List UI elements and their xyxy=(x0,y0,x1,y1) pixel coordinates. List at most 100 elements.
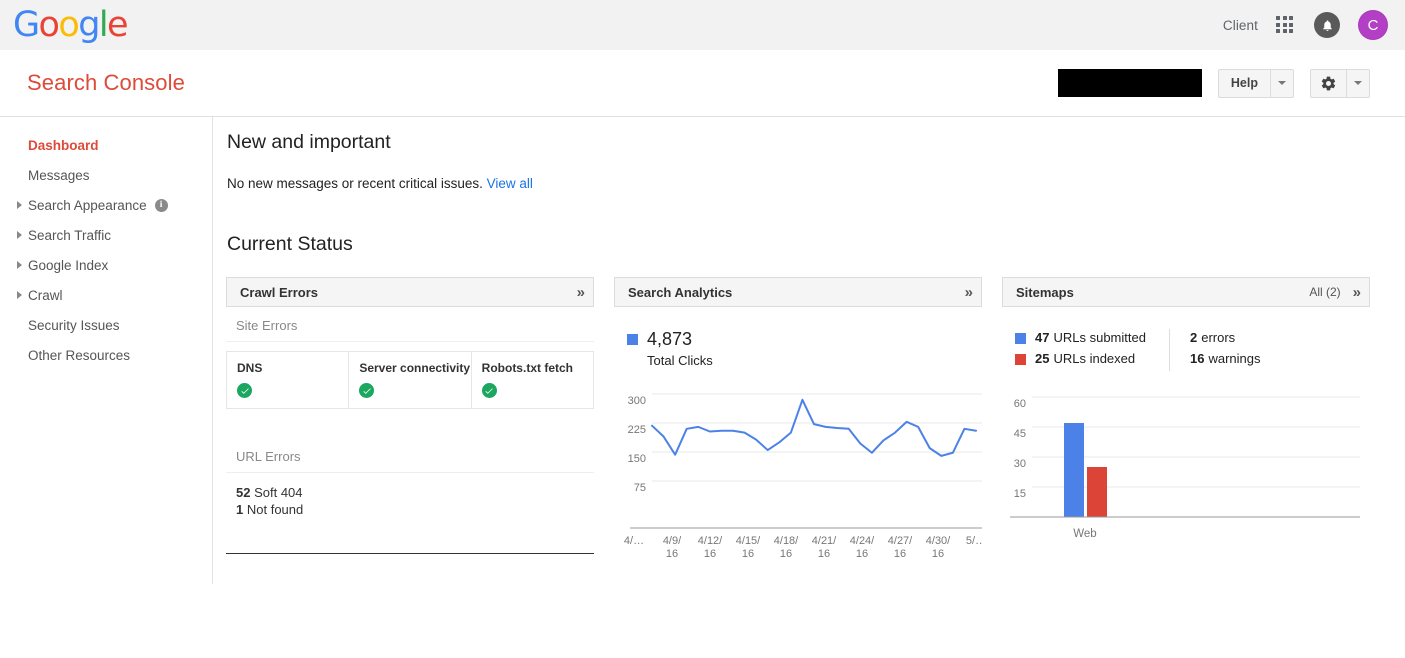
crawl-errors-header: Crawl Errors » xyxy=(226,277,594,307)
svg-text:16: 16 xyxy=(856,548,868,560)
info-icon[interactable]: i xyxy=(154,198,168,212)
svg-text:30: 30 xyxy=(1014,458,1026,470)
url-errors-list: 52 Soft 404 1 Not found xyxy=(226,473,594,518)
svg-text:16: 16 xyxy=(932,548,944,560)
new-important-message: No new messages or recent critical issue… xyxy=(227,176,533,191)
svg-text:16: 16 xyxy=(704,548,716,560)
sidebar-item-label: Search Appearance xyxy=(28,197,147,213)
url-error-count: 52 xyxy=(236,485,251,500)
url-error-count: 1 xyxy=(236,502,244,518)
url-error-row[interactable]: 52 Soft 404 xyxy=(236,484,594,501)
sidebar-item-other-resources[interactable]: Other Resources xyxy=(0,340,212,370)
svg-text:4/21/: 4/21/ xyxy=(812,535,837,547)
svg-text:225: 225 xyxy=(628,424,646,436)
search-analytics-title: Search Analytics xyxy=(628,284,733,300)
svg-text:75: 75 xyxy=(634,482,646,494)
status-ok-icon xyxy=(481,383,497,398)
svg-text:4/9/: 4/9/ xyxy=(663,535,682,547)
sidebar-item-search-traffic[interactable]: Search Traffic xyxy=(0,220,212,250)
total-clicks-label: Total Clicks xyxy=(647,353,713,368)
search-analytics-line-chart: 75 150 225 300 4/… 4/9/16 4/12/16 4/15/16 4/18/1… xyxy=(614,386,982,566)
svg-text:5/…: 5/… xyxy=(966,535,982,547)
sitemaps-header: Sitemaps All (2) » xyxy=(1002,277,1370,307)
sidebar-item-messages[interactable]: Messages xyxy=(0,160,212,190)
issue-label: warnings xyxy=(1208,350,1261,366)
help-dropdown-arrow[interactable] xyxy=(1270,69,1293,97)
sitemaps-legend-row: 47 URLs submitted xyxy=(1015,329,1169,348)
site-errors-label: Site Errors xyxy=(226,307,594,342)
sidebar-item-dashboard[interactable]: Dashboard xyxy=(0,130,212,160)
google-logo[interactable]: Google xyxy=(13,4,129,45)
site-error-cell[interactable]: DNS xyxy=(227,351,350,408)
expand-triangle-icon[interactable] xyxy=(17,291,22,299)
new-important-message-text: No new messages or recent critical issue… xyxy=(227,176,483,191)
logo-letter: o xyxy=(38,4,60,45)
svg-text:4/27/: 4/27/ xyxy=(888,535,913,547)
panel-divider xyxy=(226,553,594,555)
legend-swatch-icon xyxy=(1015,353,1026,365)
help-button[interactable]: Help xyxy=(1217,68,1294,98)
legend-label: URLs indexed xyxy=(1053,350,1136,366)
app-header: Search Console Help xyxy=(0,50,1405,117)
site-error-cell[interactable]: Robots.txt fetch xyxy=(471,351,593,408)
url-error-label: Not found xyxy=(246,502,304,518)
site-errors-table: DNS Server connectivity Robots.txt fetch xyxy=(226,351,594,409)
sidebar-item-crawl[interactable]: Crawl xyxy=(0,280,212,310)
site-error-name: Server connectivity xyxy=(359,361,471,375)
svg-text:4/…: 4/… xyxy=(624,535,644,547)
sidebar-item-label: Search Traffic xyxy=(28,227,112,243)
panel-sitemaps: Sitemaps All (2) » 47 URLs submitted 25 UR… xyxy=(1002,277,1370,569)
expand-triangle-icon[interactable] xyxy=(17,261,22,269)
sidebar-item-label: Google Index xyxy=(28,257,109,273)
url-error-row[interactable]: 1 Not found xyxy=(236,501,594,518)
chevron-double-right-icon[interactable]: » xyxy=(577,285,585,300)
svg-text:60: 60 xyxy=(1014,398,1026,410)
sidebar-item-google-index[interactable]: Google Index xyxy=(0,250,212,280)
page-title: Search Console xyxy=(27,70,185,95)
sitemaps-issue-row: 16 warnings xyxy=(1190,350,1261,369)
total-clicks-metric: 4,873 xyxy=(627,329,982,350)
expand-triangle-icon[interactable] xyxy=(17,201,22,209)
status-ok-icon xyxy=(237,383,252,398)
chevron-double-right-icon[interactable]: » xyxy=(1353,285,1361,300)
apps-grid-icon[interactable] xyxy=(1276,15,1296,35)
sidebar-item-search-appearance[interactable]: Search Appearance i xyxy=(0,190,212,220)
sitemaps-all-count[interactable]: All (2) xyxy=(1309,285,1340,299)
site-error-name: DNS xyxy=(237,361,263,375)
issue-count: 16 xyxy=(1190,350,1205,366)
bar-urls-submitted xyxy=(1064,422,1084,517)
svg-text:Web: Web xyxy=(1073,528,1096,540)
bell-icon[interactable] xyxy=(1314,12,1340,38)
sitemaps-issue-row: 2 errors xyxy=(1190,329,1261,348)
settings-button[interactable] xyxy=(1310,68,1370,98)
svg-text:4/24/: 4/24/ xyxy=(850,535,875,547)
sitemaps-url-stats: 47 URLs submitted 25 URLs indexed xyxy=(1015,329,1170,371)
issue-count: 2 xyxy=(1190,330,1198,345)
client-label: Client xyxy=(1222,17,1258,33)
site-selector-redacted[interactable] xyxy=(1057,69,1202,97)
legend-swatch-icon xyxy=(1015,332,1026,344)
settings-dropdown-arrow[interactable] xyxy=(1346,69,1369,97)
logo-letter: g xyxy=(78,4,100,45)
panel-search-analytics: Search Analytics » 4,873 Total Clicks 75… xyxy=(614,277,982,566)
site-error-cell[interactable]: Server connectivity xyxy=(349,351,472,408)
sidebar-item-label: Crawl xyxy=(28,287,63,303)
svg-text:16: 16 xyxy=(742,548,754,560)
svg-text:16: 16 xyxy=(894,548,906,560)
google-topbar: Google Client C xyxy=(0,0,1405,50)
svg-text:16: 16 xyxy=(666,548,678,560)
legend-count: 47 xyxy=(1035,330,1050,345)
logo-letter: e xyxy=(106,4,129,45)
chevron-double-right-icon[interactable]: » xyxy=(965,285,973,300)
sidebar-item-security-issues[interactable]: Security Issues xyxy=(0,310,212,340)
sitemaps-title: Sitemaps xyxy=(1016,284,1074,300)
sidebar-item-label: Messages xyxy=(28,167,90,183)
sitemaps-issue-stats: 2 errors 16 warnings xyxy=(1170,329,1261,371)
url-errors-section: URL Errors 52 Soft 404 1 Not found xyxy=(226,438,594,518)
svg-text:4/30/: 4/30/ xyxy=(926,535,951,547)
issue-label: errors xyxy=(1201,330,1236,345)
svg-text:150: 150 xyxy=(628,453,646,465)
avatar[interactable]: C xyxy=(1358,10,1388,40)
view-all-link[interactable]: View all xyxy=(487,176,533,191)
expand-triangle-icon[interactable] xyxy=(17,231,22,239)
